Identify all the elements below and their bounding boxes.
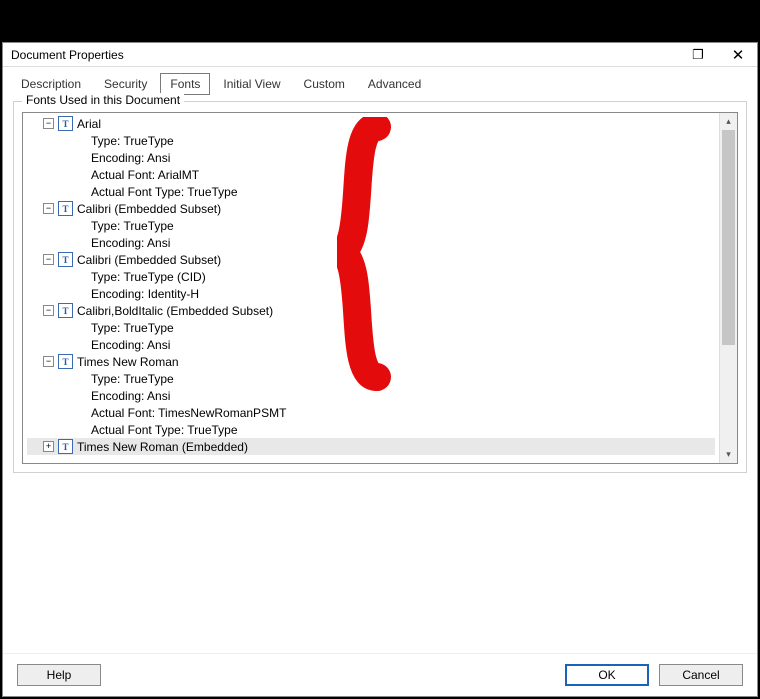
scroll-thumb[interactable]	[722, 130, 735, 345]
font-detail: Type: TrueType	[27, 217, 715, 234]
font-file-icon: T	[58, 252, 73, 267]
font-detail: Type: TrueType	[27, 370, 715, 387]
font-detail: Actual Font Type: TrueType	[27, 421, 715, 438]
close-icon[interactable]: ✕	[727, 45, 749, 65]
fonts-group: Fonts Used in this Document −TArialType:…	[13, 101, 747, 473]
scroll-down-icon[interactable]: ▾	[720, 446, 737, 463]
font-name-label: Times New Roman	[77, 355, 179, 369]
document-properties-dialog: Document Properties ❐ ✕ Description Secu…	[2, 42, 758, 697]
font-file-icon: T	[58, 354, 73, 369]
collapse-icon[interactable]: −	[43, 118, 54, 129]
font-detail: Type: TrueType (CID)	[27, 268, 715, 285]
font-file-icon: T	[58, 303, 73, 318]
expand-icon[interactable]: +	[43, 441, 54, 452]
font-name-label: Arial	[77, 117, 101, 131]
collapse-icon[interactable]: −	[43, 305, 54, 316]
collapse-icon[interactable]: −	[43, 203, 54, 214]
font-detail: Encoding: Ansi	[27, 387, 715, 404]
font-file-icon: T	[58, 201, 73, 216]
font-name-label: Calibri,BoldItalic (Embedded Subset)	[77, 304, 273, 318]
tab-security[interactable]: Security	[94, 73, 157, 95]
help-button[interactable]: Help	[17, 664, 101, 686]
tab-custom[interactable]: Custom	[294, 73, 355, 95]
font-file-icon: T	[58, 116, 73, 131]
collapse-icon[interactable]: −	[43, 254, 54, 265]
font-detail: Actual Font: TimesNewRomanPSMT	[27, 404, 715, 421]
font-node[interactable]: −T Arial	[27, 115, 715, 132]
font-detail: Encoding: Ansi	[27, 234, 715, 251]
font-file-icon: T	[58, 439, 73, 454]
font-detail: Actual Font: ArialMT	[27, 166, 715, 183]
font-detail: Encoding: Ansi	[27, 149, 715, 166]
font-tree[interactable]: −TArialType: TrueTypeEncoding: AnsiActua…	[23, 113, 719, 463]
scroll-up-icon[interactable]: ▴	[720, 113, 737, 130]
vertical-scrollbar[interactable]: ▴ ▾	[719, 113, 737, 463]
font-node[interactable]: + T Times New Roman (Embedded)	[27, 438, 715, 455]
font-tree-host: −TArialType: TrueTypeEncoding: AnsiActua…	[22, 112, 738, 464]
font-name-label: Calibri (Embedded Subset)	[77, 253, 221, 267]
font-detail: Actual Font Type: TrueType	[27, 183, 715, 200]
button-bar: Help OK Cancel	[3, 653, 757, 696]
font-detail: Encoding: Identity-H	[27, 285, 715, 302]
ok-button[interactable]: OK	[565, 664, 649, 686]
collapse-icon[interactable]: −	[43, 356, 54, 367]
font-node[interactable]: −T Calibri (Embedded Subset)	[27, 200, 715, 217]
tab-strip: Description Security Fonts Initial View …	[3, 67, 757, 95]
titlebar: Document Properties ❐ ✕	[3, 43, 757, 67]
tab-advanced[interactable]: Advanced	[358, 73, 431, 95]
dialog-title: Document Properties	[11, 48, 687, 62]
tab-fonts[interactable]: Fonts	[160, 73, 210, 95]
font-name-label: Times New Roman (Embedded)	[77, 440, 248, 454]
tab-description[interactable]: Description	[11, 73, 91, 95]
font-node[interactable]: −T Calibri,BoldItalic (Embedded Subset)	[27, 302, 715, 319]
font-name-label: Calibri (Embedded Subset)	[77, 202, 221, 216]
font-node[interactable]: −T Calibri (Embedded Subset)	[27, 251, 715, 268]
font-node[interactable]: −T Times New Roman	[27, 353, 715, 370]
tab-initial-view[interactable]: Initial View	[213, 73, 290, 95]
group-label: Fonts Used in this Document	[22, 93, 184, 107]
cancel-button[interactable]: Cancel	[659, 664, 743, 686]
font-detail: Encoding: Ansi	[27, 336, 715, 353]
scroll-track[interactable]	[720, 130, 737, 446]
restore-icon[interactable]: ❐	[687, 45, 709, 65]
font-detail: Type: TrueType	[27, 319, 715, 336]
font-detail: Type: TrueType	[27, 132, 715, 149]
spacer	[111, 664, 555, 686]
